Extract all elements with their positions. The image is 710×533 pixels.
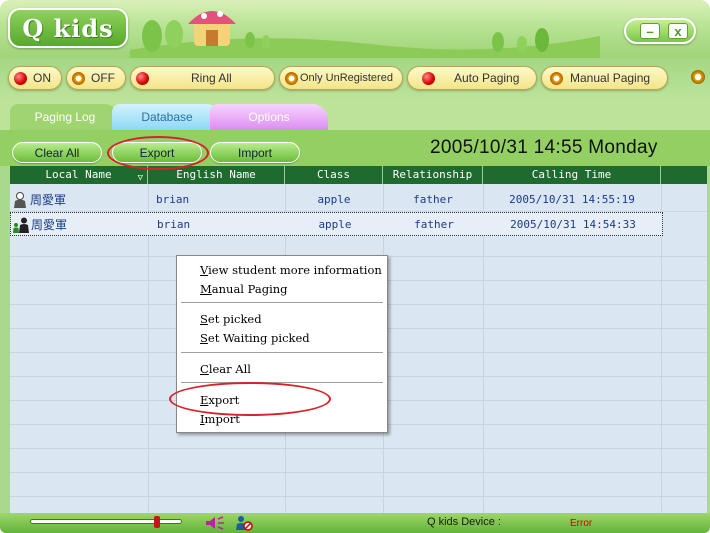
app-window: Q kids – x ON OFF Ring All Only UnRegist… (0, 0, 710, 533)
menu-separator (181, 382, 383, 383)
cell-class: apple (317, 193, 351, 206)
speaker-icon[interactable] (205, 516, 225, 530)
app-title: Q kids (22, 14, 114, 43)
column-header-local-name[interactable]: Local Name ▽ (10, 166, 148, 184)
window-controls: – x (624, 18, 696, 44)
ring-all-button[interactable]: Ring All (130, 66, 275, 90)
only-unregistered-label: Only UnRegistered (300, 72, 393, 84)
menu-item-view-student-info[interactable]: View student more information (200, 261, 382, 279)
menu-separator (181, 302, 383, 303)
red-indicator-icon (136, 72, 149, 85)
menu-item-set-picked[interactable]: Set picked (200, 310, 262, 328)
export-button[interactable]: Export (112, 142, 202, 163)
tab-database[interactable]: Database (112, 104, 222, 130)
grid-line (10, 496, 707, 497)
only-unregistered-button[interactable]: Only UnRegistered (279, 66, 403, 90)
grid-line (10, 448, 707, 449)
cell-class: apple (318, 218, 352, 231)
app-logo: Q kids (8, 8, 128, 48)
cell-english-name: brian (157, 218, 191, 231)
on-button[interactable]: ON (8, 66, 62, 90)
off-button[interactable]: OFF (66, 66, 126, 90)
column-header-relationship[interactable]: Relationship (383, 166, 483, 184)
on-label: ON (33, 71, 51, 85)
cell-calling-time: 2005/10/31 14:55:19 (509, 193, 635, 206)
device-status: Error (570, 518, 593, 529)
auto-paging-label: Auto Paging (454, 71, 520, 85)
manual-paging-label: Manual Paging (570, 71, 651, 85)
menu-item-clear-all[interactable]: Clear All (200, 360, 251, 378)
ring-all-label: Ring All (191, 71, 232, 85)
device-label: Q kids Device : (427, 516, 501, 528)
cell-relationship: father (414, 218, 454, 231)
cell-english-name: brian (156, 193, 190, 206)
current-datetime: 2005/10/31 14:55 Monday (430, 137, 658, 158)
menu-separator (181, 352, 383, 353)
cell-local-name: 周愛軍 (31, 218, 68, 232)
paging-controls: ON OFF Ring All Only UnRegistered Auto P… (0, 58, 710, 100)
minimize-button[interactable]: – (640, 23, 660, 39)
table-row-selected[interactable]: 周愛軍 brian apple father 2005/10/31 14:54:… (10, 212, 663, 236)
ring-indicator-icon (72, 72, 85, 85)
manual-paging-button[interactable]: Manual Paging (541, 66, 668, 90)
ring-indicator-icon (550, 72, 563, 85)
column-header-extra (661, 166, 707, 184)
table-header: Local Name ▽ English Name Class Relation… (10, 166, 707, 184)
clear-all-button[interactable]: Clear All (12, 142, 102, 163)
tab-paging-log[interactable]: Paging Log (10, 104, 120, 130)
close-button[interactable]: x (668, 23, 688, 39)
import-button[interactable]: Import (210, 142, 300, 163)
column-header-label: Local Name (45, 168, 112, 181)
cell-calling-time: 2005/10/31 14:54:33 (510, 218, 636, 231)
scenery-illustration (130, 11, 600, 58)
tab-bar: Paging Log Database Options (0, 100, 710, 130)
status-bar: Q kids Device : Error (0, 513, 710, 533)
user-block-icon[interactable] (235, 515, 253, 531)
menu-item-export[interactable]: Export (200, 391, 239, 409)
red-indicator-icon (14, 72, 27, 85)
toolbar: Clear All Export Import 2005/10/31 14:55… (0, 130, 710, 166)
table-row[interactable]: 周愛軍 brian apple father 2005/10/31 14:55:… (10, 188, 707, 212)
tab-options[interactable]: Options (210, 104, 328, 130)
off-label: OFF (91, 71, 115, 85)
cell-local-name: 周愛軍 (30, 193, 67, 207)
ring-indicator-icon (285, 72, 298, 85)
sort-descending-icon[interactable]: ▽ (138, 169, 143, 187)
title-bar: Q kids – x (0, 0, 710, 58)
volume-slider-thumb[interactable] (154, 516, 160, 528)
context-menu: View student more information Manual Pag… (176, 255, 388, 433)
menu-item-import[interactable]: Import (200, 410, 240, 428)
column-header-calling-time[interactable]: Calling Time (483, 166, 661, 184)
column-header-class[interactable]: Class (285, 166, 383, 184)
grid-line (10, 472, 707, 473)
menu-item-manual-paging[interactable]: Manual Paging (200, 280, 288, 298)
column-header-english-name[interactable]: English Name (148, 166, 285, 184)
cell-relationship: father (413, 193, 453, 206)
status-indicator-icon[interactable] (691, 70, 705, 84)
auto-paging-button[interactable]: Auto Paging (407, 66, 537, 90)
red-indicator-icon (422, 72, 435, 85)
menu-item-set-waiting-picked[interactable]: Set Waiting picked (200, 329, 310, 347)
